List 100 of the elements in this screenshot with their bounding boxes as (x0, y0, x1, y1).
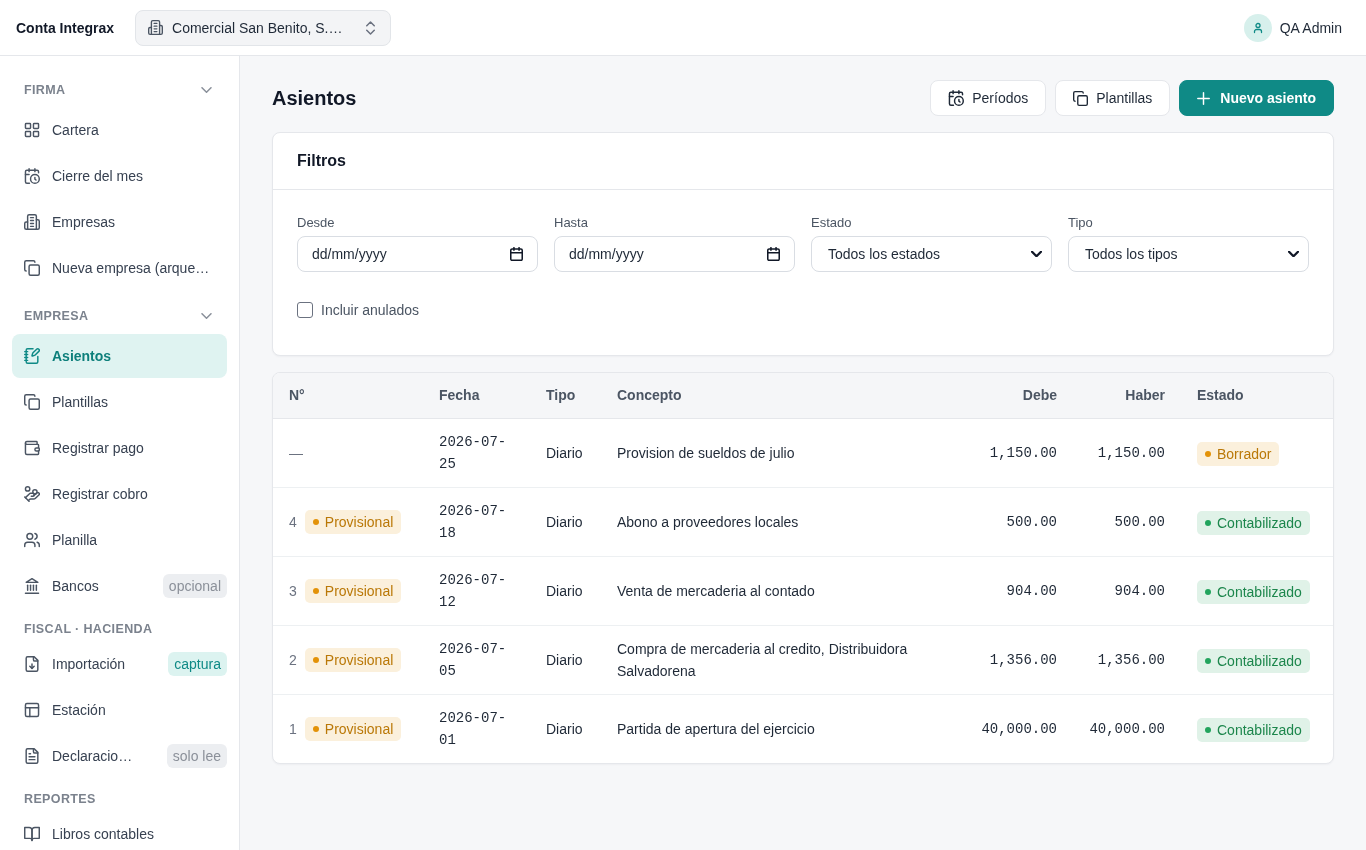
field-label: Hasta (554, 214, 588, 232)
table-cell: Venta de mercaderia al contado (601, 556, 965, 626)
section-heading: REPORTES (24, 792, 96, 806)
row-number: 4 (289, 513, 297, 532)
table-cell: 904.00 (1073, 556, 1181, 626)
plus-icon (1197, 91, 1211, 105)
user-menu-button[interactable]: QA Admin (1243, 13, 1342, 42)
table-cell: 2026-07-25 (423, 418, 530, 488)
table-cell: 500.00 (1073, 487, 1181, 557)
sidebar-item[interactable]: Declaracio… (12, 734, 159, 778)
table-cell: 500.00 (965, 487, 1073, 557)
layout-icon (24, 702, 40, 718)
column-header: Fecha (423, 373, 530, 419)
section-heading: FISCAL · HACIENDA (24, 622, 153, 636)
users-icon (24, 532, 40, 548)
user-avatar-icon (1243, 13, 1272, 42)
templates-button[interactable]: Plantillas (1055, 80, 1171, 116)
status-label: Contabilizado (1217, 651, 1302, 671)
bank-icon (24, 578, 40, 594)
sidebar-item[interactable]: Nueva empresa (arque… (12, 246, 227, 290)
table-cell: 2026-07-12 (423, 556, 530, 626)
file-download-icon (24, 656, 40, 672)
table-cell: 40,000.00 (1073, 694, 1181, 763)
sidebar-item[interactable]: Cartera (12, 108, 227, 152)
sidebar-item[interactable]: Bancos (12, 564, 155, 608)
row-number: 3 (289, 582, 297, 601)
periods-button[interactable]: Períodos (930, 80, 1047, 116)
wallet-icon (24, 440, 40, 456)
status-label: Provisional (324, 582, 394, 601)
table-cell: Diario (530, 418, 601, 488)
sidebar-note: solo lee (166, 744, 227, 768)
sidebar-note: captura (168, 652, 227, 676)
chevrons-up-down-icon (366, 20, 375, 35)
date-field[interactable]: dd/mm/yyyy (297, 236, 538, 272)
document-icon (24, 748, 40, 764)
row-number: — (289, 444, 303, 463)
book-icon (24, 826, 40, 842)
sidebar-item[interactable]: Libros contables (12, 812, 227, 850)
table-cell: Diario (530, 556, 601, 626)
status-label: Provisional (324, 513, 394, 532)
table-cell: 2026-07-05 (423, 625, 530, 695)
sidebar-item[interactable]: Plantillas (12, 380, 227, 424)
checkbox[interactable] (297, 302, 313, 318)
sidebar-item[interactable]: Registrar pago (12, 426, 227, 470)
status-label: Contabilizado (1217, 720, 1302, 740)
chevron-down-icon[interactable] (201, 313, 212, 319)
chevron-down-icon[interactable] (201, 87, 212, 93)
notebook-pen-icon (24, 348, 40, 364)
column-header: Concepto (601, 373, 965, 419)
table-cell: 1,356.00 (1073, 625, 1181, 695)
table-cell: 1,356.00 (965, 625, 1073, 695)
column-header: Debe (965, 373, 1073, 419)
sidebar-note: opcional (162, 574, 227, 598)
row-number: 1 (289, 720, 297, 739)
chevron-down-icon (1031, 251, 1042, 257)
table-cell: Abono a proveedores locales (601, 487, 965, 557)
field-label: Desde (297, 214, 335, 232)
table-cell: 40,000.00 (965, 694, 1073, 763)
sidebar-item[interactable]: Asientos (12, 334, 227, 378)
field-label: Tipo (1068, 214, 1093, 232)
calendar-icon[interactable] (767, 247, 780, 261)
column-header: Estado (1181, 373, 1333, 419)
new-entry-button[interactable]: Nuevo asiento (1179, 80, 1334, 116)
chevron-down-icon (1288, 251, 1299, 257)
table-cell: Diario (530, 694, 601, 763)
calendar-icon[interactable] (510, 247, 523, 261)
calendar-clock-icon (948, 90, 965, 106)
table-cell: 1,150.00 (965, 418, 1073, 488)
section-heading: FIRMA (24, 83, 66, 97)
status-label: Provisional (324, 720, 394, 739)
company-selector[interactable]: Comercial San Benito, S.… (135, 9, 391, 46)
table-cell: Provision de sueldos de julio (601, 418, 965, 488)
building-icon (148, 20, 163, 35)
row-number: 2 (289, 651, 297, 670)
building-icon (24, 214, 40, 230)
calendar-clock-icon (24, 168, 40, 184)
status-label: Contabilizado (1217, 582, 1302, 602)
select-field[interactable]: Todos los tipos (1068, 236, 1309, 272)
sidebar-item[interactable]: Importación (12, 642, 161, 686)
grid-icon (24, 122, 40, 138)
checkbox-label: Incluir anulados (321, 302, 420, 318)
select-field[interactable]: Todos los estados (811, 236, 1052, 272)
sidebar-item[interactable]: Registrar cobro (12, 472, 227, 516)
table-cell: 1,150.00 (1073, 418, 1181, 488)
field-label: Estado (811, 214, 852, 232)
sidebar-item[interactable]: Planilla (12, 518, 227, 562)
hand-coins-icon (24, 486, 40, 502)
table-cell: Diario (530, 625, 601, 695)
date-field[interactable]: dd/mm/yyyy (554, 236, 795, 272)
status-label: Contabilizado (1217, 513, 1302, 533)
copy-icon (24, 394, 40, 410)
section-heading: EMPRESA (24, 309, 89, 323)
table-cell: Diario (530, 487, 601, 557)
sidebar-item[interactable]: Estación (12, 688, 227, 732)
sidebar-item[interactable]: Cierre del mes (12, 154, 227, 198)
page-title: Asientos (272, 86, 357, 110)
app-name: Conta Integrax (16, 19, 114, 36)
sidebar-item[interactable]: Empresas (12, 200, 227, 244)
table-cell: 904.00 (965, 556, 1073, 626)
column-header: N° (273, 373, 423, 419)
